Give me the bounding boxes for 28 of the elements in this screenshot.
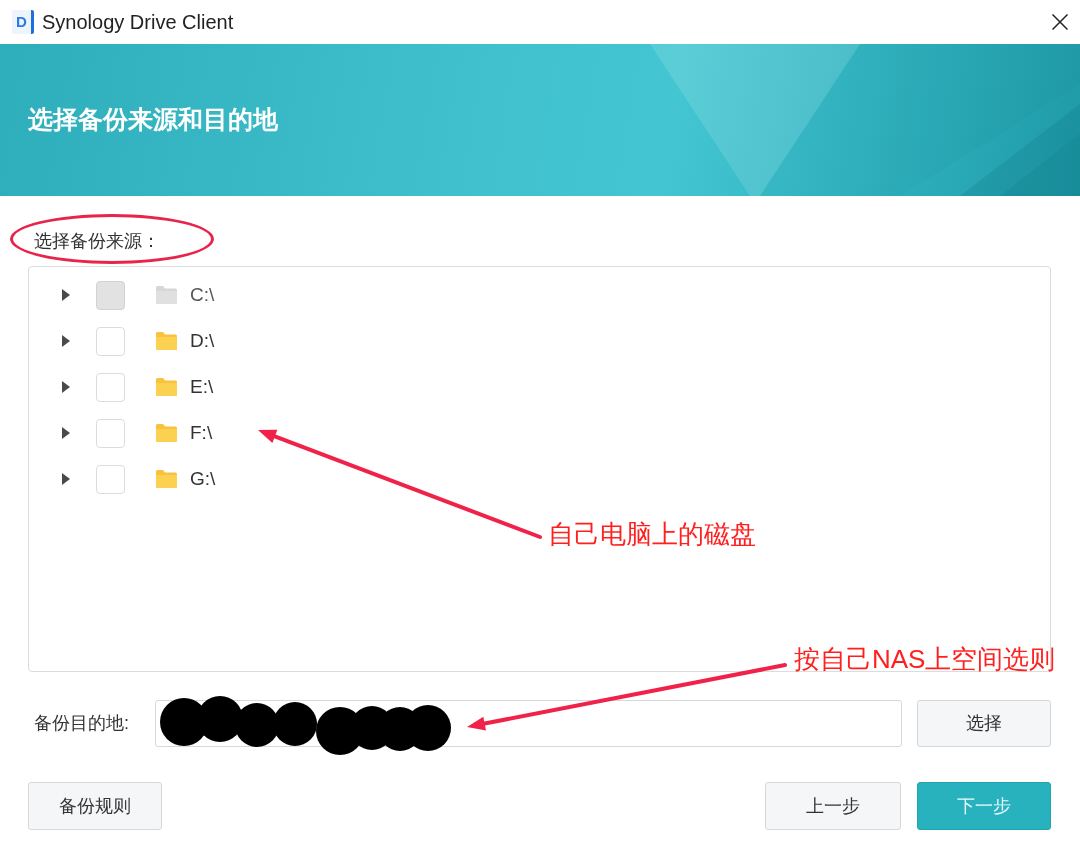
expand-caret-icon[interactable] bbox=[62, 381, 70, 393]
checkbox[interactable] bbox=[96, 418, 125, 448]
annotation-text: 按自己NAS上空间选则 bbox=[794, 643, 1056, 675]
checkbox[interactable] bbox=[96, 326, 125, 356]
folder-icon bbox=[156, 470, 177, 488]
folder-icon bbox=[156, 378, 177, 396]
checkbox[interactable] bbox=[96, 372, 125, 402]
folder-icon bbox=[156, 332, 177, 350]
field-label: 备份目的地: bbox=[34, 712, 130, 735]
select-button[interactable]: 选择 bbox=[917, 700, 1051, 747]
checkbox[interactable] bbox=[96, 464, 125, 494]
folder-icon bbox=[156, 286, 177, 304]
action-button[interactable]: 上一步 bbox=[765, 782, 901, 830]
annotation-text: 自己电脑上的磁盘 bbox=[548, 518, 756, 550]
drive-label[interactable]: G:\ bbox=[190, 464, 216, 494]
action-button[interactable]: 备份规则 bbox=[28, 782, 162, 830]
app-logo: D bbox=[12, 10, 34, 34]
expand-caret-icon[interactable] bbox=[62, 335, 70, 347]
expand-caret-icon[interactable] bbox=[62, 473, 70, 485]
page-heading: 选择备份来源和目的地 bbox=[28, 104, 278, 136]
section-label: 选择备份来源： bbox=[34, 230, 160, 253]
window-title: Synology Drive Client bbox=[42, 10, 234, 35]
drive-label[interactable]: D:\ bbox=[190, 326, 215, 356]
drive-label[interactable]: E:\ bbox=[190, 372, 214, 402]
close-icon[interactable] bbox=[1052, 14, 1068, 30]
folder-icon bbox=[156, 424, 177, 442]
drive-label[interactable]: F:\ bbox=[190, 418, 213, 448]
expand-caret-icon[interactable] bbox=[62, 427, 70, 439]
